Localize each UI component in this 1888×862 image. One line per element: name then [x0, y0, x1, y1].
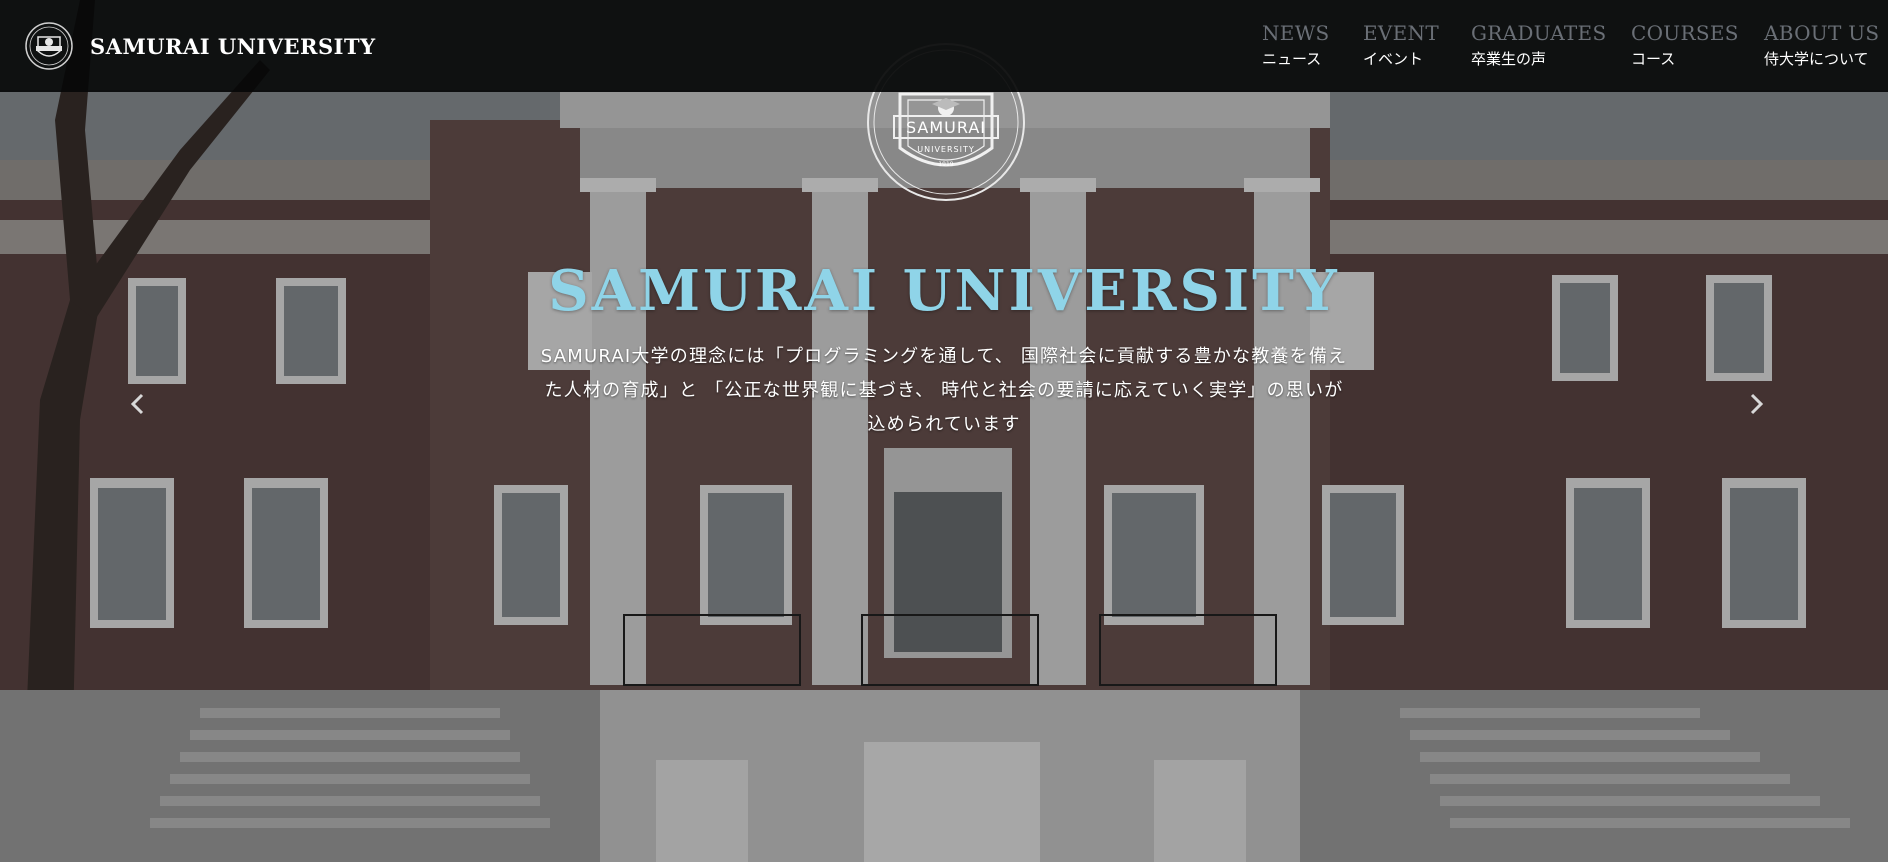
nav-label-ja: 卒業生の声	[1471, 50, 1547, 68]
nav-item-about-us[interactable]: ABOUT US 侍大学について	[1764, 20, 1879, 70]
nav-label-ja: 侍大学について	[1764, 50, 1869, 68]
nav-label-ja: ニュース	[1262, 50, 1322, 68]
emblem-year: 1919	[938, 161, 953, 168]
hero-description-line: た人材の育成」と 「公正な世界観に基づき、 時代と社会の要請に応えていく実学」の…	[544, 380, 1344, 401]
nav-item-event[interactable]: EVENT イベント	[1363, 20, 1439, 70]
nav-item-courses[interactable]: COURSES コース	[1631, 20, 1739, 70]
hero-description-line: 込められています	[867, 414, 1021, 435]
nav-item-news[interactable]: NEWS ニュース	[1262, 20, 1330, 70]
nav-label-en: COURSES	[1631, 21, 1739, 45]
hero-title: SAMURAI UNIVERSITY	[548, 258, 1340, 324]
site-header: SAMURAI UNIVERSITY NEWS ニュース EVENT イベント …	[0, 0, 1888, 92]
emblem-text: SAMURAI	[906, 118, 986, 137]
nav-label-en: EVENT	[1363, 21, 1439, 45]
emblem-subtext: UNIVERSITY	[917, 145, 975, 154]
nav-label-ja: コース	[1631, 50, 1676, 68]
carousel-next-button[interactable]	[1736, 384, 1776, 424]
brand-home-link[interactable]: SAMURAI UNIVERSITY	[24, 21, 376, 71]
nav-label-en: ABOUT US	[1764, 21, 1880, 45]
hero-description-line: SAMURAI大学の理念には「プログラミングを通して、 国際社会に貢献する豊かな…	[540, 346, 1348, 367]
university-crest-icon	[25, 22, 73, 70]
nav-item-graduates[interactable]: GRADUATES 卒業生の声	[1471, 20, 1606, 70]
nav-label-en: GRADUATES	[1471, 21, 1607, 45]
hero-description: SAMURAI大学の理念には「プログラミングを通して、 国際社会に貢献する豊かな…	[516, 340, 1372, 442]
nav-label-en: NEWS	[1262, 21, 1330, 45]
chevron-left-icon	[130, 393, 144, 415]
chevron-right-icon	[1750, 393, 1764, 415]
carousel-prev-button[interactable]	[118, 384, 158, 424]
nav-label-ja: イベント	[1363, 50, 1424, 68]
brand-name: SAMURAI UNIVERSITY	[90, 33, 376, 59]
